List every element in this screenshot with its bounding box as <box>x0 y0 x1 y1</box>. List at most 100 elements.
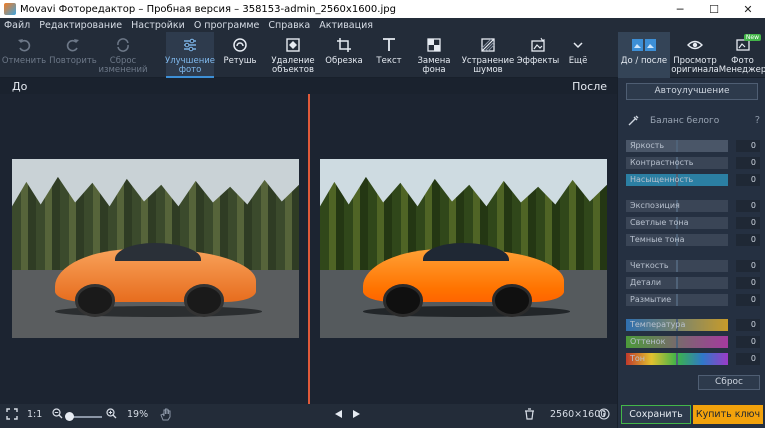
menu-bar: Файл Редактирование Настройки О программ… <box>0 18 765 32</box>
tab-replace-background[interactable]: Замена фона <box>412 32 456 78</box>
zoom-actual-size-button[interactable]: 1:1 <box>27 409 42 420</box>
previous-image-icon[interactable] <box>334 409 343 422</box>
redo-label: Повторить <box>49 56 97 66</box>
tab-denoise[interactable]: Устранение шумов <box>460 32 516 78</box>
view-original-button[interactable]: Просмотр оригинала <box>671 32 719 78</box>
slider-value-field[interactable]: 0 <box>736 353 760 365</box>
before-label: До <box>12 80 28 93</box>
slider-2[interactable]: Контрастность <box>626 157 728 169</box>
slider-value-field[interactable]: 0 <box>736 319 760 331</box>
slider-3[interactable]: Насыщенность <box>626 174 728 186</box>
slider-12[interactable]: Тон <box>626 353 728 365</box>
slider-9[interactable]: Размытие <box>626 294 728 306</box>
slider-value-field[interactable]: 0 <box>736 200 760 212</box>
menu-file[interactable]: Файл <box>4 20 30 31</box>
menu-activation[interactable]: Активация <box>319 20 373 31</box>
next-image-icon[interactable] <box>352 409 361 422</box>
slider-handle[interactable] <box>676 260 678 272</box>
reset-icon <box>114 36 132 54</box>
slider-5[interactable]: Светлые тона <box>626 217 728 229</box>
close-button[interactable]: ✕ <box>731 0 765 18</box>
enhance-photo-label: Улучшение фото <box>165 56 215 75</box>
retouch-icon <box>231 36 249 54</box>
denoise-label: Устранение шумов <box>461 56 515 75</box>
effects-label: Эффекты <box>516 56 560 66</box>
photo-manager-button[interactable]: New Фото Менеджер <box>719 32 765 78</box>
slider-label: Контрастность <box>630 158 694 167</box>
zoom-in-icon[interactable] <box>106 408 117 422</box>
eyedropper-icon[interactable] <box>628 115 639 129</box>
auto-enhance-button[interactable]: Автоулучшение <box>626 83 758 100</box>
tab-remove-objects[interactable]: Удаление объектов <box>268 32 318 78</box>
view-original-label: Просмотр оригинала <box>671 56 719 75</box>
retouch-label: Ретушь <box>223 56 257 66</box>
slider-label: Детали <box>630 278 662 287</box>
slider-value-field[interactable]: 0 <box>736 140 760 152</box>
slider-value-field[interactable]: 0 <box>736 217 760 229</box>
menu-settings[interactable]: Настройки <box>131 20 185 31</box>
slider-handle[interactable] <box>676 140 678 152</box>
tab-effects[interactable]: Эффекты <box>516 32 560 78</box>
white-balance-label: Баланс белого <box>650 116 720 126</box>
eye-icon <box>686 36 704 54</box>
slider-handle[interactable] <box>676 294 678 306</box>
maximize-button[interactable]: ☐ <box>697 0 731 18</box>
info-icon[interactable] <box>598 408 610 423</box>
zoom-percent: 19% <box>127 409 149 420</box>
fit-screen-icon[interactable] <box>6 408 18 423</box>
slider-label: Яркость <box>630 141 665 150</box>
before-after-label: До / после <box>620 56 668 66</box>
more-tools-button[interactable]: Ещё <box>562 32 594 78</box>
redo-icon <box>64 36 82 54</box>
slider-handle[interactable] <box>676 277 678 289</box>
slider-10[interactable]: Температура <box>626 319 728 331</box>
undo-button[interactable]: Отменить <box>2 32 46 78</box>
slider-value-field[interactable]: 0 <box>736 277 760 289</box>
slider-handle[interactable] <box>676 353 678 365</box>
tab-retouch[interactable]: Ретушь <box>218 32 262 78</box>
slider-value-field[interactable]: 0 <box>736 174 760 186</box>
hand-icon[interactable] <box>160 408 172 424</box>
reset-changes-label: Сброс изменений <box>98 56 148 75</box>
undo-icon <box>15 36 33 54</box>
trash-icon[interactable] <box>524 408 535 423</box>
reset-changes-button[interactable]: Сброс изменений <box>98 32 148 78</box>
before-after-icon <box>630 36 658 54</box>
menu-help[interactable]: Справка <box>268 20 310 31</box>
app-logo-icon <box>4 3 16 15</box>
slider-1[interactable]: Яркость <box>626 140 728 152</box>
slider-handle[interactable] <box>676 336 678 348</box>
slider-value-field[interactable]: 0 <box>736 260 760 272</box>
slider-label: Экспозиция <box>630 201 680 210</box>
reset-button[interactable]: Сброс <box>698 375 760 390</box>
slider-value-field[interactable]: 0 <box>736 234 760 246</box>
slider-value-field[interactable]: 0 <box>736 157 760 169</box>
white-balance-row: Баланс белого ? <box>626 115 760 129</box>
tab-text[interactable]: Текст <box>368 32 410 78</box>
slider-value-field[interactable]: 0 <box>736 336 760 348</box>
sliders-icon <box>181 36 199 54</box>
zoom-slider-handle[interactable] <box>65 412 74 421</box>
slider-value-field[interactable]: 0 <box>736 294 760 306</box>
slider-8[interactable]: Детали <box>626 277 728 289</box>
remove-objects-label: Удаление объектов <box>271 56 315 75</box>
minimize-button[interactable]: ─ <box>663 0 697 18</box>
bottom-bar: 1:1 19% 2560×1600 <box>0 404 617 428</box>
slider-4[interactable]: Экспозиция <box>626 200 728 212</box>
after-photo <box>320 159 607 338</box>
slider-6[interactable]: Темные тона <box>626 234 728 246</box>
redo-button[interactable]: Повторить <box>48 32 98 78</box>
compare-divider[interactable] <box>308 94 310 404</box>
adjustments-panel: Автоулучшение Баланс белого ? Яркость 0 Ко… <box>617 78 765 428</box>
before-after-button[interactable]: До / после <box>618 32 670 78</box>
slider-7[interactable]: Четкость <box>626 260 728 272</box>
buy-key-button[interactable]: Купить ключ <box>693 405 763 424</box>
help-icon[interactable]: ? <box>755 115 760 126</box>
zoom-out-icon[interactable] <box>52 408 63 422</box>
tab-enhance-photo[interactable]: Улучшение фото <box>165 32 215 78</box>
menu-edit[interactable]: Редактирование <box>39 20 122 31</box>
menu-about[interactable]: О программе <box>194 20 260 31</box>
tab-crop[interactable]: Обрезка <box>322 32 366 78</box>
slider-11[interactable]: Оттенок <box>626 336 728 348</box>
save-button[interactable]: Сохранить <box>621 405 691 424</box>
